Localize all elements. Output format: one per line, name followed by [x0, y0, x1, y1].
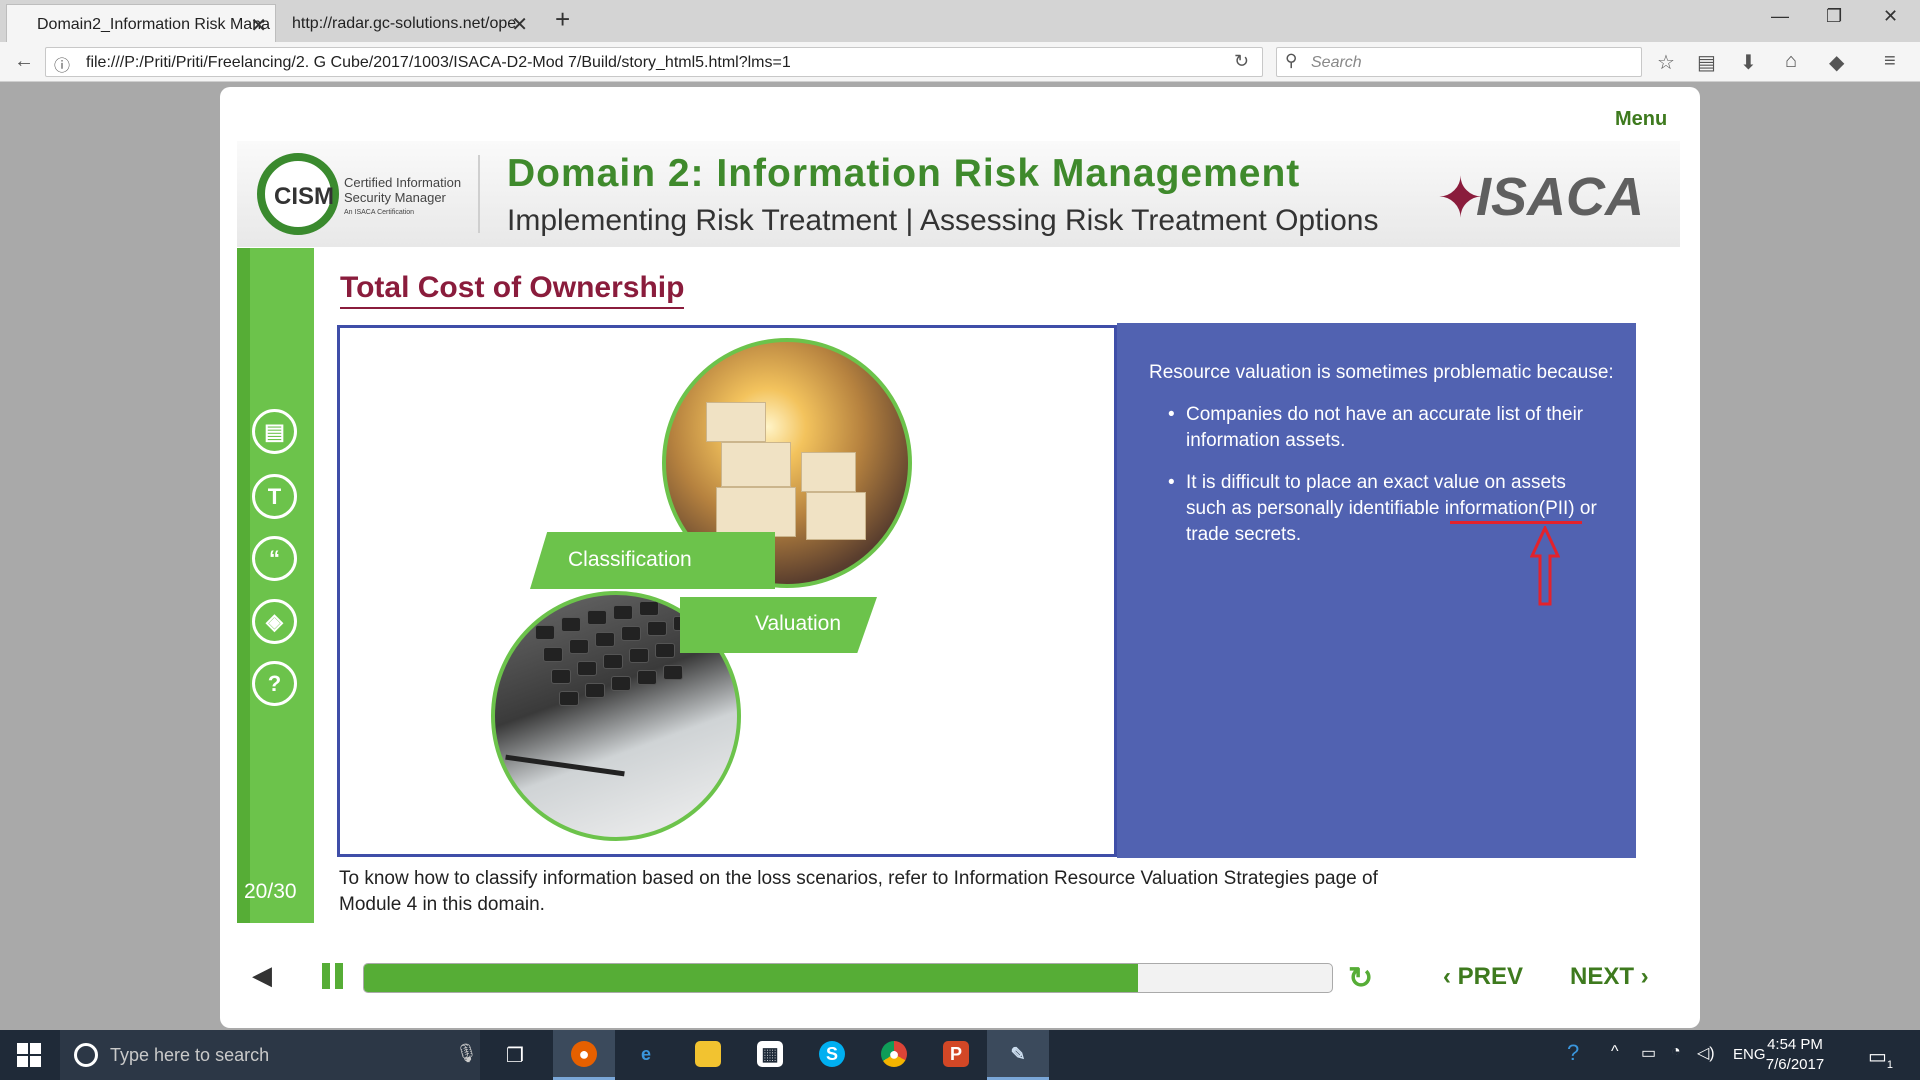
- notes-icon[interactable]: ▤: [252, 409, 297, 454]
- course-title: Domain 2: Information Risk Management: [507, 152, 1301, 195]
- sidebar-stripe: [237, 248, 250, 923]
- search-input[interactable]: ⚲ Search: [1276, 47, 1642, 77]
- slide-title: Total Cost of Ownership: [340, 271, 685, 309]
- bookmark-star-icon[interactable]: ☆: [1657, 50, 1675, 75]
- address-bar[interactable]: ⓘ file:///P:/Priti/Priti/Freelancing/2. …: [45, 47, 1263, 77]
- panel-intro: Resource valuation is sometimes problema…: [1149, 362, 1614, 383]
- browser-tab[interactable]: http://radar.gc-solutions.net/ope ✕: [278, 4, 536, 42]
- reload-icon[interactable]: ↻: [1234, 51, 1249, 72]
- quote-icon[interactable]: “: [252, 536, 297, 581]
- system-clock[interactable]: 4:54 PM 7/6/2017: [1755, 1035, 1835, 1075]
- chrome-icon[interactable]: ●: [863, 1030, 925, 1080]
- progress-fill: [364, 964, 1139, 992]
- isaca-logo: ISACA: [1476, 167, 1645, 227]
- browser-tab-active[interactable]: Domain2_Information Risk Mana ✕: [6, 4, 276, 42]
- powerpoint-icon[interactable]: P: [925, 1030, 987, 1080]
- help-tray-icon[interactable]: ?: [1567, 1040, 1579, 1066]
- annotation-underline: [1450, 521, 1582, 524]
- classification-ribbon: Classification: [530, 532, 775, 589]
- layers-icon[interactable]: ◈: [252, 599, 297, 644]
- taskbar-search-placeholder: Type here to search: [110, 1045, 270, 1065]
- next-button[interactable]: NEXT ›: [1570, 963, 1649, 991]
- back-icon[interactable]: ←: [14, 50, 34, 73]
- search-placeholder: Search: [1311, 54, 1362, 71]
- chevron-left-icon: ‹: [1443, 963, 1458, 990]
- new-tab-icon[interactable]: +: [555, 4, 570, 35]
- minimize-icon[interactable]: —: [1771, 6, 1789, 27]
- list-item: Companies do not have an accurate list o…: [1168, 402, 1608, 454]
- header-divider: [478, 155, 480, 233]
- store-icon[interactable]: ▦: [739, 1030, 801, 1080]
- cism-logo-text: Certified Information Security Manager A…: [344, 175, 462, 216]
- microphone-icon[interactable]: 🎙: [455, 1043, 478, 1064]
- annotation-arrow-icon: [1530, 526, 1560, 606]
- edge-icon[interactable]: e: [615, 1030, 677, 1080]
- menu-button[interactable]: Menu: [1615, 108, 1667, 131]
- tab-title: Domain2_Information Risk Mana: [37, 16, 270, 33]
- course-subtitle: Implementing Risk Treatment | Assessing …: [507, 204, 1379, 237]
- home-icon[interactable]: ⌂: [1785, 50, 1797, 73]
- chevron-right-icon: ›: [1634, 963, 1649, 990]
- chevron-up-icon[interactable]: ^: [1611, 1043, 1619, 1061]
- browser-tab-bar: Domain2_Information Risk Mana ✕ http://r…: [0, 0, 1920, 42]
- pocket-icon[interactable]: ◆: [1829, 50, 1844, 75]
- windows-start-icon[interactable]: [17, 1043, 41, 1067]
- paint-icon[interactable]: ✎: [987, 1030, 1049, 1080]
- skype-icon[interactable]: S: [801, 1030, 863, 1080]
- replay-icon[interactable]: ↻: [1348, 961, 1373, 996]
- close-window-icon[interactable]: ✕: [1883, 6, 1898, 27]
- help-icon[interactable]: ?: [252, 661, 297, 706]
- slide-caption: To know how to classify information base…: [339, 868, 1378, 915]
- tab-title: http://radar.gc-solutions.net/ope: [292, 15, 517, 32]
- browser-nav-bar: ← ⓘ file:///P:/Priti/Priti/Freelancing/2…: [0, 42, 1920, 82]
- cortana-icon: [74, 1043, 98, 1067]
- cism-logo: CISM: [257, 153, 339, 235]
- download-icon[interactable]: ⬇: [1740, 50, 1757, 75]
- search-icon: ⚲: [1285, 51, 1298, 70]
- pause-button[interactable]: [322, 963, 344, 989]
- task-view-icon[interactable]: ❐: [506, 1043, 524, 1068]
- windows-taskbar: Type here to search 🎙 ❐ ● e ▦ S ● P ✎ ? …: [0, 1030, 1920, 1080]
- restore-icon[interactable]: ❐: [1826, 6, 1842, 27]
- prev-button[interactable]: ‹ PREV: [1443, 963, 1523, 991]
- close-tab-icon[interactable]: ✕: [250, 13, 267, 38]
- close-tab-icon[interactable]: ✕: [511, 12, 528, 37]
- info-icon[interactable]: ⓘ: [54, 52, 70, 76]
- progress-bar[interactable]: [363, 963, 1333, 993]
- notifications-icon[interactable]: ▭1: [1868, 1044, 1893, 1071]
- hamburger-menu-icon[interactable]: ≡: [1884, 50, 1896, 73]
- wifi-icon[interactable]: ◔: [1671, 1043, 1681, 1061]
- volume-icon[interactable]: ◀: [252, 960, 272, 991]
- volume-tray-icon[interactable]: ◁): [1697, 1043, 1715, 1063]
- page-counter: 20/30: [244, 880, 297, 903]
- file-explorer-icon[interactable]: [677, 1030, 739, 1080]
- battery-icon[interactable]: ▭: [1641, 1043, 1656, 1063]
- transcript-icon[interactable]: T: [252, 474, 297, 519]
- taskbar-search-input[interactable]: Type here to search 🎙: [60, 1030, 480, 1080]
- valuation-ribbon: Valuation: [680, 597, 877, 653]
- reading-list-icon[interactable]: ▤: [1697, 50, 1716, 75]
- url-text: file:///P:/Priti/Priti/Freelancing/2. G …: [86, 54, 791, 71]
- firefox-icon[interactable]: ●: [553, 1030, 615, 1080]
